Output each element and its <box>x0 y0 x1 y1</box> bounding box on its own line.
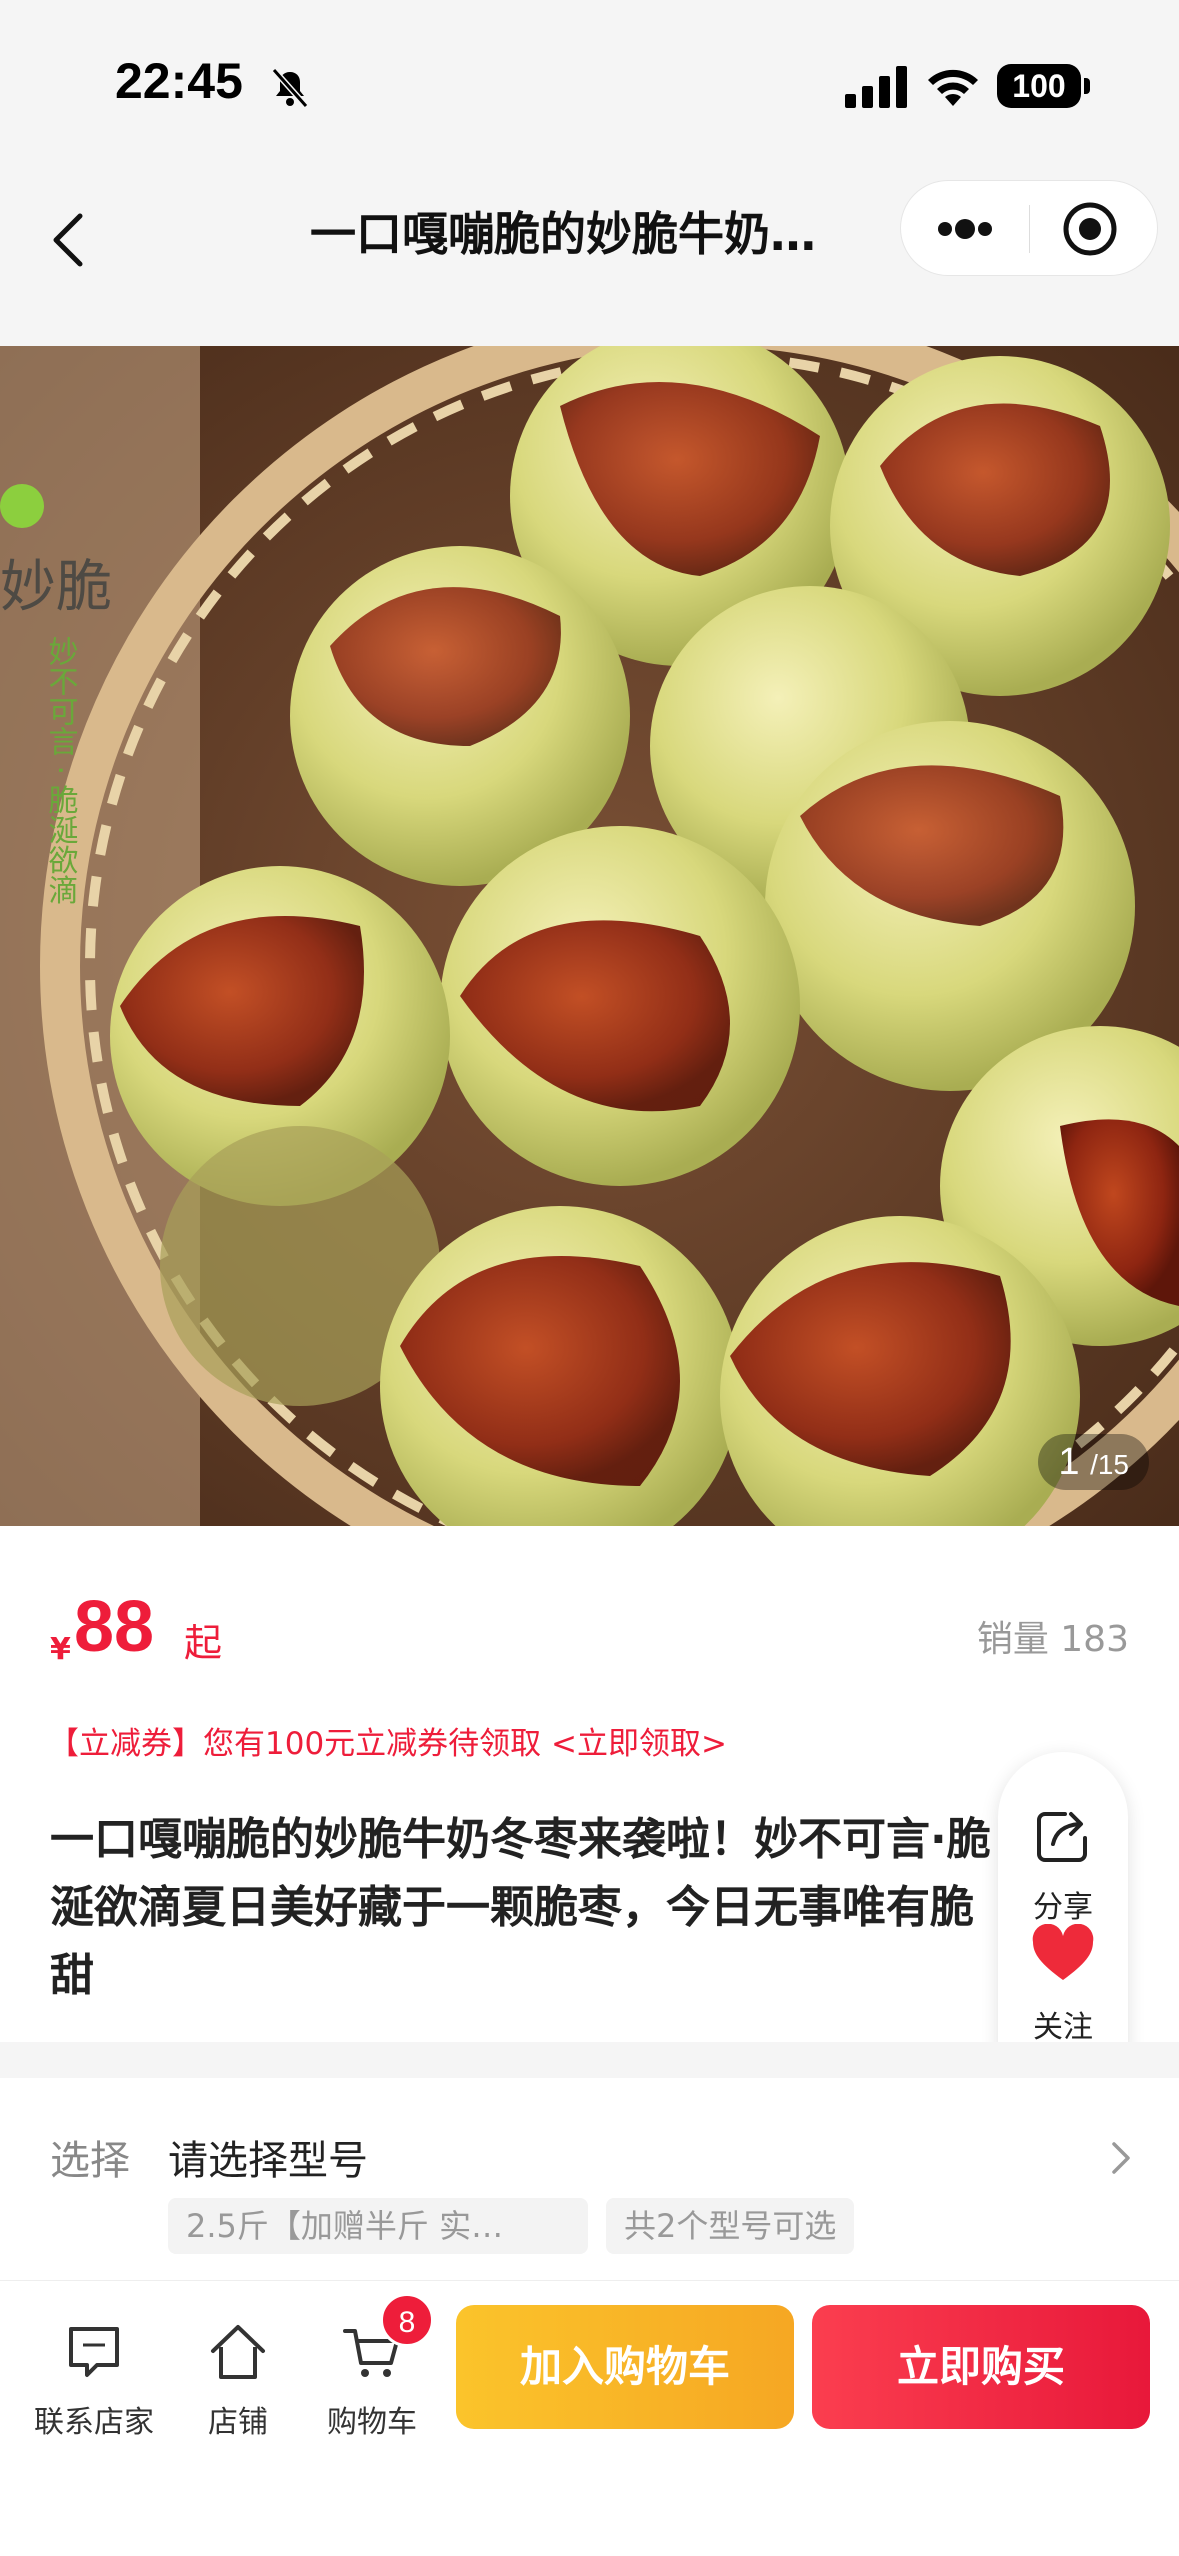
follow-label[interactable]: 关注 <box>998 2002 1128 2046</box>
variant-value[interactable]: 请选择型号 <box>168 2128 368 2186</box>
add-to-cart-button[interactable]: 加入购物车 <box>456 2305 794 2429</box>
battery-tip <box>1084 78 1090 94</box>
chevron-right-icon[interactable] <box>1108 2138 1136 2178</box>
bell-muted-icon <box>271 68 309 108</box>
nav-bar: 一口嘎嘣脆的妙脆牛奶… <box>0 170 1179 346</box>
variant-tag[interactable]: 2.5斤【加赠半斤 实… <box>168 2198 588 2254</box>
variant-count-tag: 共2个型号可选 <box>606 2198 855 2254</box>
more-dots-icon[interactable] <box>901 181 1029 277</box>
image-counter: 1 /15 <box>1038 1434 1149 1490</box>
image-counter-current: 1 <box>1058 1441 1080 1483</box>
variant-selector[interactable]: 选择 请选择型号 2.5斤【加赠半斤 实… 共2个型号可选 <box>0 2078 1179 2278</box>
wifi-icon <box>928 69 978 106</box>
cellular-signal-icon <box>845 66 907 108</box>
section-divider <box>0 2042 1179 2078</box>
cart-tab[interactable]: 购物车 <box>292 2321 452 2441</box>
price-suffix: 起 <box>184 1621 223 1665</box>
mini-program-capsule <box>900 180 1158 276</box>
share-icon[interactable] <box>1031 1804 1095 1868</box>
coupon-banner[interactable]: 【立减券】您有100元立减券待领取 <立即领取> <box>48 1718 727 1763</box>
status-time: 22:45 <box>115 53 243 109</box>
price-currency: ¥ <box>50 1632 71 1667</box>
bottom-action-bar: 联系店家 店铺 购物车 8 加入购物车 立即购买 <box>0 2280 1179 2556</box>
contact-store-tab[interactable]: 联系店家 <box>14 2321 174 2441</box>
back-arrow-icon[interactable] <box>40 200 100 280</box>
close-target-icon[interactable] <box>1030 181 1158 277</box>
battery-indicator: 100 <box>997 64 1081 108</box>
product-image-carousel[interactable]: 妙脆 妙不可言 · 脆涎欲滴 1 /15 <box>0 346 1179 1526</box>
share-label[interactable]: 分享 <box>998 1882 1128 1926</box>
heart-icon[interactable] <box>1031 1924 1095 1984</box>
price-value: 88 <box>74 1587 155 1667</box>
sales-count: 销量 183 <box>976 1619 1129 1660</box>
status-bar: 22:45 100 <box>0 0 1179 170</box>
buy-now-button[interactable]: 立即购买 <box>812 2305 1150 2429</box>
store-home-icon <box>211 2325 265 2379</box>
image-counter-total: /15 <box>1090 1449 1129 1480</box>
chat-icon <box>69 2327 119 2377</box>
watermark-slogan-text: 妙不可言 · 脆涎欲滴 <box>43 636 79 905</box>
variant-label: 选择 <box>50 2138 130 2184</box>
cart-label: 购物车 <box>327 2405 417 2440</box>
watermark-brand-text: 妙脆 <box>0 555 112 620</box>
cart-count-badge: 8 <box>380 2293 434 2347</box>
product-title: 一口嘎嘣脆的妙脆牛奶冬枣来袭啦！妙不可言·脆涎欲滴夏日美好藏于一颗脆枣，今日无事… <box>50 1814 991 2001</box>
contact-store-label: 联系店家 <box>34 2405 154 2440</box>
page-title: 一口嘎嘣脆的妙脆牛奶… <box>310 207 816 261</box>
jujube-basket-photo: 妙脆 妙不可言 · 脆涎欲滴 <box>0 346 1179 1526</box>
